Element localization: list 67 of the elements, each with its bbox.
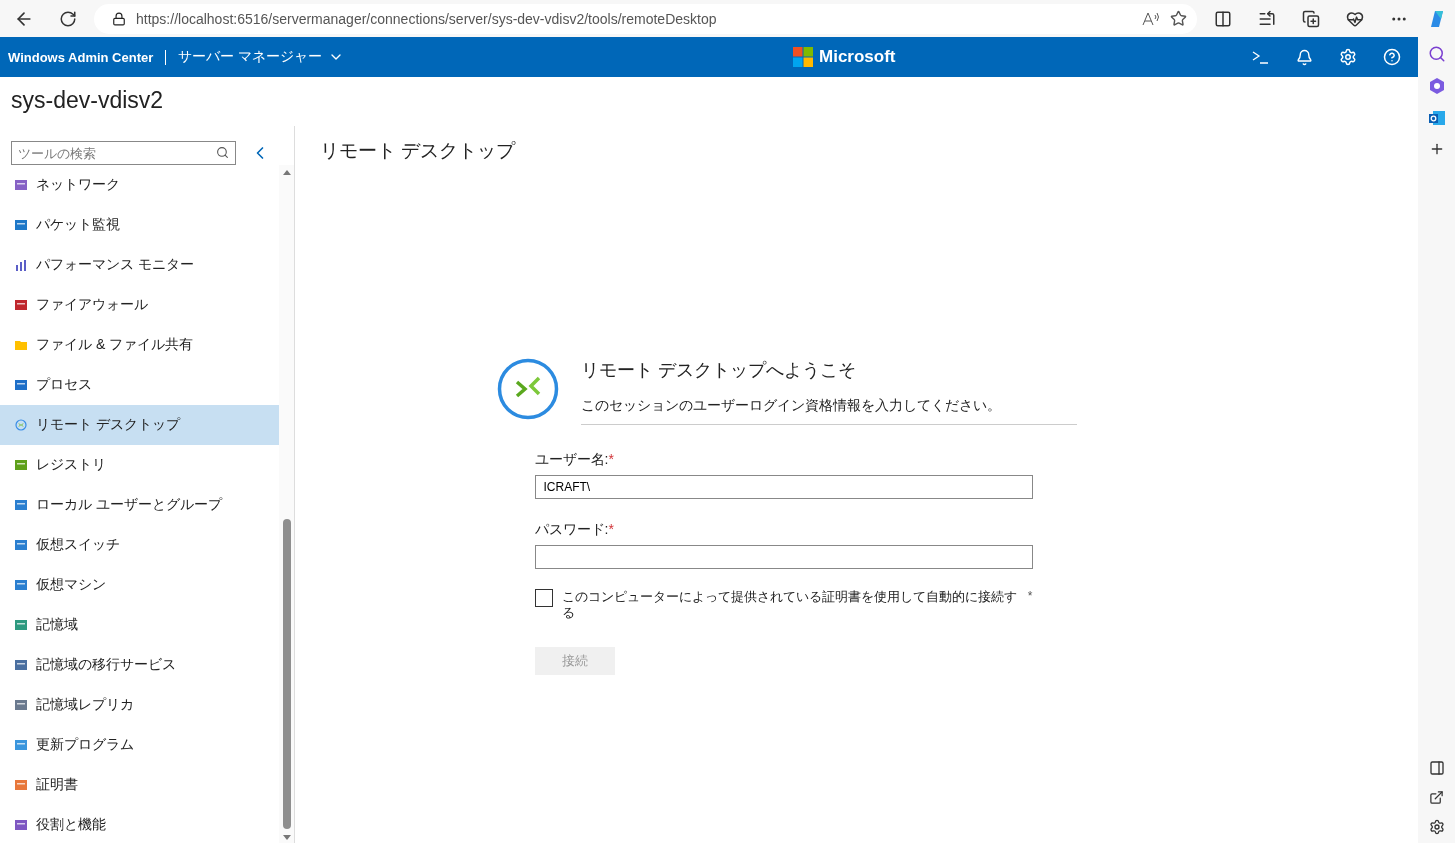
tool-item[interactable]: 仮想スイッチ bbox=[0, 525, 279, 565]
url-text: https://localhost:6516/servermanager/connections/server/sys-dev-vdisv2/tools/remoteDesktop bbox=[136, 10, 718, 27]
remote-desktop-icon bbox=[15, 419, 27, 431]
mail-logo-icon[interactable] bbox=[1427, 109, 1446, 127]
external-link-icon[interactable] bbox=[1429, 790, 1444, 805]
tool-icon bbox=[15, 180, 27, 190]
tool-item[interactable]: レジストリ bbox=[0, 445, 279, 485]
tool-icon bbox=[15, 300, 27, 310]
read-aloud-icon[interactable] bbox=[1142, 10, 1160, 27]
tool-item[interactable]: プロセス bbox=[0, 365, 279, 405]
sidebar-panel-icon[interactable] bbox=[1428, 760, 1445, 776]
folder-icon bbox=[15, 340, 27, 350]
field-label: ユーザー名:* bbox=[534, 451, 614, 469]
tool-icon bbox=[15, 540, 27, 550]
tool-icon bbox=[15, 220, 27, 230]
field-label: パスワード:* bbox=[534, 521, 614, 539]
hexagon-logo-icon[interactable] bbox=[1427, 77, 1446, 95]
remote-desktop-logo-icon bbox=[496, 358, 559, 420]
settings-icon[interactable] bbox=[1428, 819, 1445, 835]
scrollbar[interactable] bbox=[279, 165, 294, 843]
star-icon[interactable] bbox=[1170, 10, 1187, 27]
tool-icon bbox=[15, 380, 27, 390]
tool-icon bbox=[15, 780, 27, 790]
tool-item[interactable]: 証明書 bbox=[0, 765, 279, 805]
scroll-thumb[interactable] bbox=[282, 519, 291, 829]
tool-icon bbox=[15, 660, 27, 670]
tool-icon bbox=[15, 460, 27, 470]
tool-item[interactable]: 役割と機能 bbox=[0, 805, 279, 843]
tool-item[interactable]: リモート デスクトップ bbox=[0, 405, 279, 445]
input-field[interactable]: ICRAFT\ bbox=[534, 475, 1033, 499]
tool-icon bbox=[15, 740, 27, 750]
tool-icon bbox=[15, 500, 27, 510]
tool-icon bbox=[15, 820, 27, 830]
tool-icon bbox=[15, 580, 27, 590]
server-name: sys-dev-vdisv2 bbox=[10, 86, 165, 115]
welcome-heading: リモート デスクトップへようこそ bbox=[580, 359, 857, 382]
bar-chart-icon bbox=[15, 259, 27, 271]
scroll-down-icon[interactable] bbox=[282, 835, 291, 841]
address-bar[interactable]: https://localhost:6516/servermanager/connections/server/sys-dev-vdisv2/tools/remoteDesktop bbox=[94, 3, 1197, 34]
page-title: リモート デスクトップ bbox=[320, 139, 517, 163]
tool-item[interactable]: 記憶域レプリカ bbox=[0, 685, 279, 725]
tool-item[interactable]: パフォーマンス モニター bbox=[0, 245, 279, 285]
tool-item[interactable]: ローカル ユーザーとグループ bbox=[0, 485, 279, 525]
tool-item[interactable]: ネットワーク bbox=[0, 165, 279, 205]
tool-item[interactable]: 更新プログラム bbox=[0, 725, 279, 765]
brand-name: Microsoft bbox=[819, 47, 896, 67]
required-mark: * bbox=[1027, 589, 1033, 603]
product-name: Windows Admin Center bbox=[8, 49, 167, 65]
checkbox-label: このコンピューターによって提供されている証明書を使用して自動的に接続する bbox=[561, 589, 1018, 621]
checkbox[interactable] bbox=[534, 589, 553, 607]
four-squares-logo-icon bbox=[793, 47, 813, 67]
tool-item[interactable]: 記憶域 bbox=[0, 605, 279, 645]
tool-item[interactable]: 記憶域の移行サービス bbox=[0, 645, 279, 685]
instructions-text: このセッションのユーザーログイン資格情報を入力してください。 bbox=[580, 397, 1002, 415]
tool-item[interactable]: 仮想マシン bbox=[0, 565, 279, 605]
scroll-up-icon[interactable] bbox=[282, 169, 291, 175]
input-field[interactable] bbox=[534, 545, 1033, 569]
tool-switcher[interactable]: サーバー マネージャー bbox=[166, 48, 357, 66]
tool-icon bbox=[15, 700, 27, 710]
search-icon bbox=[216, 146, 229, 159]
tool-icon bbox=[15, 620, 27, 630]
tool-item[interactable]: パケット監視 bbox=[0, 205, 279, 245]
tool-item[interactable]: ファイル & ファイル共有 bbox=[0, 325, 279, 365]
search-icon[interactable] bbox=[1427, 45, 1446, 63]
tool-item[interactable]: ファイアウォール bbox=[0, 285, 279, 325]
tool-search-field[interactable]: ツールの検索 bbox=[11, 141, 236, 165]
lock-icon bbox=[112, 11, 126, 26]
